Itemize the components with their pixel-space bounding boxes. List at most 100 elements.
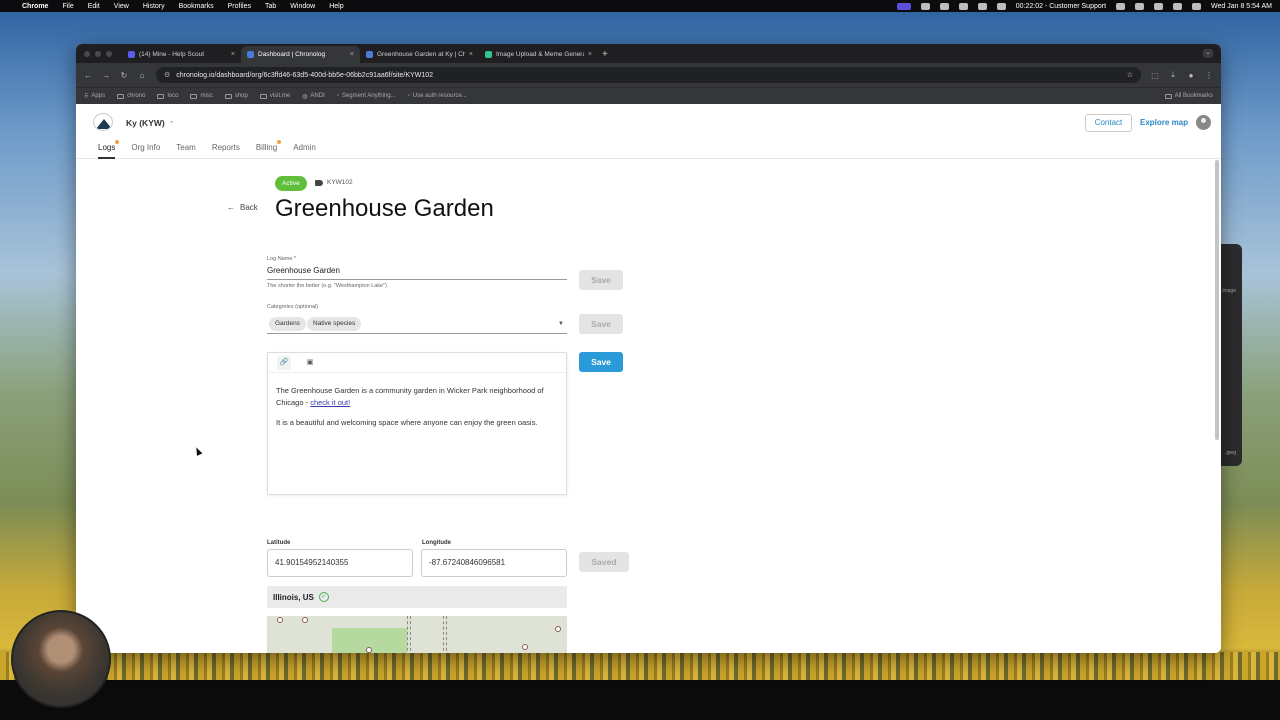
tab-title: (14) Mine - Help Scout xyxy=(139,51,205,58)
bookmark-folder-shop[interactable]: shop xyxy=(224,93,248,99)
contact-button[interactable]: Contact xyxy=(1085,114,1132,132)
page-scrollbar[interactable] xyxy=(1215,160,1219,440)
menu-profiles[interactable]: Profiles xyxy=(228,3,251,10)
tab-close-icon[interactable]: × xyxy=(350,51,354,58)
bookmark-folder-misc[interactable]: misc xyxy=(190,93,213,99)
record-icon[interactable] xyxy=(977,2,987,10)
menu-tab[interactable]: Tab xyxy=(265,3,276,10)
profile-avatar-icon[interactable]: ● xyxy=(1187,71,1195,80)
minimize-window-icon[interactable] xyxy=(95,50,101,57)
screen-share-icon[interactable] xyxy=(896,2,911,10)
battery-icon[interactable] xyxy=(1135,2,1145,10)
bookmark-folder-visitme[interactable]: visit.me xyxy=(259,93,290,99)
tab-help-scout[interactable]: (14) Mine - Help Scout × xyxy=(122,46,241,63)
image-icon[interactable]: ▣ xyxy=(303,356,317,370)
bookmark-segment-anything[interactable]: ▫ Segment Anything... xyxy=(337,93,396,99)
folder-icon xyxy=(190,93,198,99)
menu-help[interactable]: Help xyxy=(329,3,343,10)
org-switcher[interactable]: Ky (KYW) ⌃ xyxy=(126,118,175,128)
saved-coordinates-button[interactable]: Saved xyxy=(579,552,629,572)
bookmark-star-icon[interactable]: ☆ xyxy=(1127,71,1133,79)
link-icon[interactable]: 🔗 xyxy=(277,355,291,370)
extensions-icon[interactable]: ⬚ xyxy=(1151,71,1159,80)
user-avatar-icon[interactable] xyxy=(1196,115,1211,130)
close-window-icon[interactable] xyxy=(84,50,90,57)
map-poi-icon[interactable] xyxy=(366,647,372,653)
save-categories-button[interactable]: Save xyxy=(579,314,623,334)
map-poi-icon[interactable] xyxy=(522,644,528,650)
app-menu-chrome[interactable]: Chrome xyxy=(22,3,48,10)
editor-content[interactable]: The Greenhouse Garden is a community gar… xyxy=(268,373,566,429)
new-tab-button[interactable]: + xyxy=(602,46,608,63)
menu-bookmarks[interactable]: Bookmarks xyxy=(179,3,214,10)
chronolog-logo[interactable] xyxy=(93,113,113,131)
forward-nav-icon[interactable]: → xyxy=(102,71,110,80)
category-chip[interactable]: Gardens xyxy=(269,317,306,331)
bookmark-andi[interactable]: ◍ ANDI xyxy=(302,93,325,100)
location-map[interactable] xyxy=(267,616,567,653)
tab-team[interactable]: Team xyxy=(176,143,196,159)
chrome-menu-icon[interactable]: ⋮ xyxy=(1205,71,1213,80)
wifi-icon[interactable] xyxy=(1154,2,1164,10)
back-link[interactable]: ← Back xyxy=(227,203,258,212)
search-icon[interactable] xyxy=(1173,2,1183,10)
menu-edit[interactable]: Edit xyxy=(88,3,100,10)
play-icon[interactable] xyxy=(1116,2,1126,10)
tab-close-icon[interactable]: × xyxy=(469,51,473,58)
download-icon[interactable]: ⤓ xyxy=(1169,70,1177,80)
tab-org-info[interactable]: Org Info xyxy=(131,143,160,159)
map-poi-icon[interactable] xyxy=(277,617,283,623)
save-log-name-button[interactable]: Save xyxy=(579,270,623,290)
all-bookmarks[interactable]: All Bookmarks xyxy=(1164,93,1213,99)
tab-close-icon[interactable]: × xyxy=(231,51,235,58)
dropdown-caret-icon[interactable]: ▼ xyxy=(558,321,564,327)
menu-window[interactable]: Window xyxy=(290,3,315,10)
bookmark-folder-chrono[interactable]: chrono xyxy=(117,93,145,99)
location-icon[interactable] xyxy=(958,2,968,10)
tab-logs[interactable]: Logs xyxy=(98,140,120,159)
folder-icon xyxy=(117,93,125,99)
latitude-input[interactable]: 41.90154952140355 xyxy=(267,549,413,577)
home-icon[interactable]: ⌂ xyxy=(138,71,146,80)
tab-image-upload[interactable]: Image Upload & Meme Generator × xyxy=(479,46,598,63)
control-center-icon[interactable] xyxy=(1192,2,1202,10)
category-chip[interactable]: Native species xyxy=(307,317,362,331)
tab-billing[interactable]: Billing xyxy=(256,140,282,159)
notion-icon[interactable] xyxy=(996,2,1006,10)
menu-file[interactable]: File xyxy=(62,3,73,10)
tab-admin[interactable]: Admin xyxy=(293,143,316,159)
back-label: Back xyxy=(240,203,258,212)
description-editor[interactable]: 🔗 ▣ The Greenhouse Garden is a community… xyxy=(267,352,567,495)
site-code: KYW102 xyxy=(315,179,353,186)
log-name-input[interactable]: Greenhouse Garden xyxy=(267,266,567,280)
clock[interactable]: Wed Jan 8 5:54 AM xyxy=(1211,3,1272,10)
tab-reports[interactable]: Reports xyxy=(212,143,240,159)
longitude-input[interactable]: -87.67240846096581 xyxy=(421,549,567,577)
reload-icon[interactable]: ↻ xyxy=(120,71,128,80)
bookmark-folder-loco[interactable]: loco xyxy=(157,93,178,99)
gear-icon[interactable] xyxy=(920,2,930,10)
menu-view[interactable]: View xyxy=(114,3,129,10)
tab-close-icon[interactable]: × xyxy=(588,51,592,58)
bookmark-label: misc xyxy=(200,93,213,99)
editor-paragraph: It is a beautiful and welcoming space wh… xyxy=(276,418,538,427)
zoom-window-icon[interactable] xyxy=(106,50,112,57)
bookmark-label: All Bookmarks xyxy=(1174,93,1213,99)
save-description-button[interactable]: Save xyxy=(579,352,623,372)
map-poi-icon[interactable] xyxy=(302,617,308,623)
categories-label: Categories (optional) xyxy=(267,304,319,310)
timer-text[interactable]: 00:22:02 - Customer Support xyxy=(1016,3,1106,10)
menu-history[interactable]: History xyxy=(143,3,165,10)
script-icon[interactable] xyxy=(939,2,949,10)
bookmark-apps[interactable]: ⠿ Apps xyxy=(84,93,105,100)
check-it-out-link[interactable]: check it out! xyxy=(310,398,350,407)
back-nav-icon[interactable]: ← xyxy=(84,71,92,80)
bookmark-auth-resource[interactable]: ▫ Use auth resource... xyxy=(408,93,467,99)
site-info-icon[interactable]: ⚙ xyxy=(164,71,170,79)
address-bar[interactable]: ⚙ chronolog.io/dashboard/org/6c3ffd46-63… xyxy=(156,67,1141,83)
map-poi-icon[interactable] xyxy=(555,626,561,632)
explore-map-link[interactable]: Explore map xyxy=(1140,118,1188,127)
tab-dashboard[interactable]: Dashboard | Chronolog × xyxy=(241,46,360,63)
tab-search-icon[interactable]: ⌄ xyxy=(1203,49,1213,58)
tab-greenhouse-garden[interactable]: Greenhouse Garden at Ky | Chronolog × xyxy=(360,46,479,63)
